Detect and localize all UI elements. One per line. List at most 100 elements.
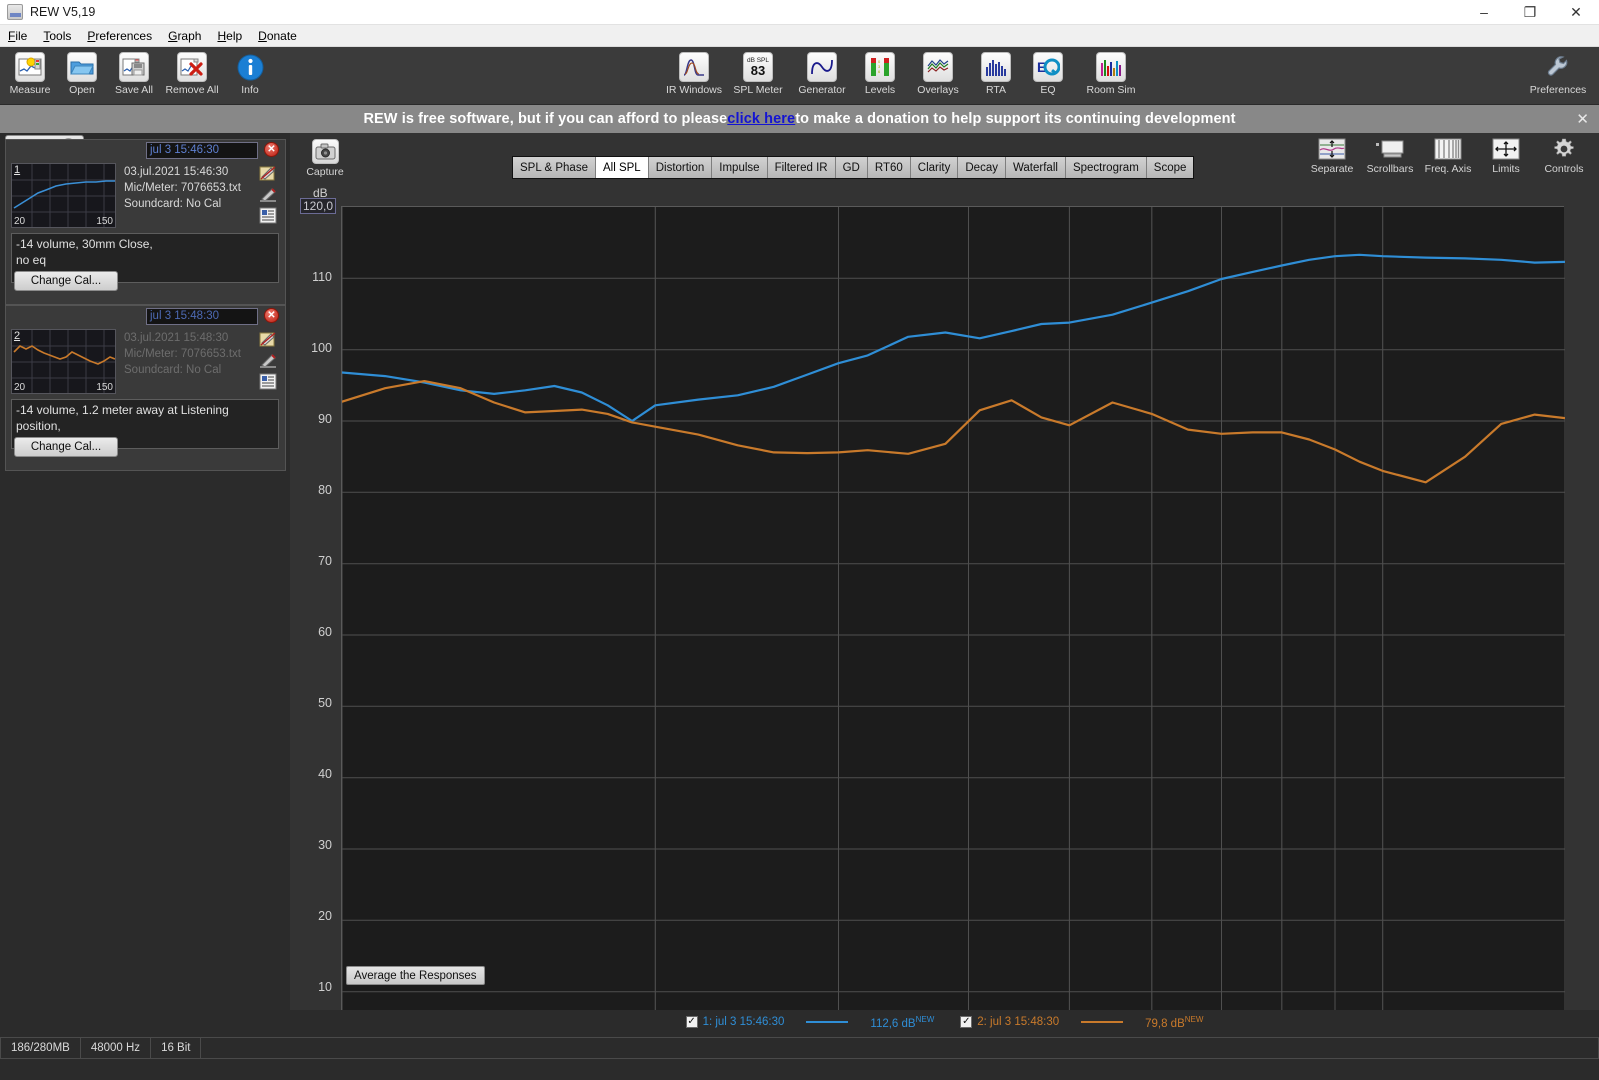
menu-file[interactable]: File <box>0 27 35 45</box>
ir-windows-icon <box>679 52 709 82</box>
legend-checkbox-2[interactable]: ✓ <box>960 1016 972 1028</box>
average-responses-button[interactable]: Average the Responses <box>346 966 485 985</box>
tab-rt60[interactable]: RT60 <box>868 157 911 178</box>
eq-button[interactable]: E EQ <box>1022 49 1074 96</box>
ir-windows-label: IR Windows <box>666 84 722 96</box>
measurement-2-thumb-high: 150 <box>96 382 113 393</box>
graph-right-tools: Separate Scrollbars <box>1303 137 1593 175</box>
y-axis-labels: 110 100 90 80 70 60 50 40 30 20 10 0 <box>290 206 338 1062</box>
limits-label: Limits <box>1492 163 1519 175</box>
tab-distortion[interactable]: Distortion <box>649 157 713 178</box>
legend-entry-1[interactable]: ✓ 1: jul 3 15:46:30 112,6 dBNEW <box>686 1015 935 1030</box>
scrollbars-icon <box>1375 137 1405 161</box>
menu-tools[interactable]: Tools <box>35 27 79 45</box>
y-tick-50: 50 <box>318 696 332 710</box>
tab-spl-and-phase[interactable]: SPL & Phase <box>513 157 596 178</box>
room-sim-button[interactable]: Room Sim <box>1074 49 1148 96</box>
y-tick-70: 70 <box>318 554 332 568</box>
save-all-icon <box>119 52 149 82</box>
capture-button[interactable]: Capture <box>300 139 350 178</box>
camera-icon <box>312 139 339 164</box>
graph-tab-bar: SPL & Phase All SPL Distortion Impulse F… <box>512 156 1194 179</box>
freq-axis-label: Freq. Axis <box>1425 163 1472 175</box>
tab-gd[interactable]: GD <box>836 157 868 178</box>
freq-axis-button[interactable]: Freq. Axis <box>1419 137 1477 175</box>
banner-close-icon[interactable]: ✕ <box>1576 110 1589 128</box>
measurement-card-1[interactable]: jul 3 15:46:30 ✕ 1 20 150 <box>5 139 286 305</box>
rta-label: RTA <box>986 84 1006 96</box>
measurement-1-notes-icon[interactable] <box>257 206 279 225</box>
measurement-2-edit-icon[interactable] <box>257 330 279 349</box>
measurement-2-name[interactable]: jul 3 15:48:30 <box>146 308 258 325</box>
measure-button[interactable]: Measure <box>4 49 56 96</box>
ir-windows-button[interactable]: IR Windows <box>662 49 726 96</box>
scrollbars-label: Scrollbars <box>1367 163 1414 175</box>
measurement-1-side-icons <box>257 164 281 227</box>
measurement-2-notes-icon[interactable] <box>257 372 279 391</box>
y-tick-80: 80 <box>318 483 332 497</box>
menu-help[interactable]: Help <box>209 27 250 45</box>
controls-button[interactable]: Controls <box>1535 137 1593 175</box>
tab-all-spl[interactable]: All SPL <box>596 157 649 178</box>
limits-icon <box>1491 137 1521 161</box>
minimize-button[interactable]: – <box>1461 0 1507 24</box>
overlays-button[interactable]: Overlays <box>906 49 970 96</box>
measurement-1-change-cal-button[interactable]: Change Cal... <box>14 271 118 291</box>
info-button[interactable]: Info <box>224 49 276 96</box>
tab-filtered-ir[interactable]: Filtered IR <box>768 157 836 178</box>
save-all-button[interactable]: Save All <box>108 49 160 96</box>
spl-meter-button[interactable]: dB SPL 83 SPL Meter <box>726 49 790 96</box>
tab-clarity[interactable]: Clarity <box>911 157 959 178</box>
measurement-1-name[interactable]: jul 3 15:46:30 <box>146 142 258 159</box>
separate-label: Separate <box>1311 163 1354 175</box>
measurement-1-pencil-icon[interactable] <box>257 185 279 204</box>
tab-decay[interactable]: Decay <box>958 157 1006 178</box>
measurement-2-pencil-icon[interactable] <box>257 351 279 370</box>
measurement-2-change-cal-button[interactable]: Change Cal... <box>14 437 118 457</box>
maximize-button[interactable]: ❐ <box>1507 0 1553 24</box>
measurement-2-thumbnail[interactable]: 2 20 150 <box>11 329 116 394</box>
scrollbars-button[interactable]: Scrollbars <box>1361 137 1419 175</box>
remove-all-button[interactable]: Remove All <box>160 49 224 96</box>
legend-swatch-1 <box>806 1021 848 1023</box>
preferences-label: Preferences <box>1530 84 1587 96</box>
plot-canvas <box>342 207 1565 1063</box>
status-bar: 186/280MB 48000 Hz 16 Bit <box>0 1035 1599 1080</box>
spl-plot[interactable] <box>341 206 1564 1062</box>
preferences-button[interactable]: Preferences <box>1521 49 1595 96</box>
close-button[interactable]: ✕ <box>1553 0 1599 24</box>
spl-meter-label: SPL Meter <box>733 84 782 96</box>
rta-icon <box>981 52 1011 82</box>
generator-button[interactable]: Generator <box>790 49 854 96</box>
measurement-2-delete-icon[interactable]: ✕ <box>264 308 279 323</box>
legend-label-2: 2: jul 3 15:48:30 <box>977 1016 1059 1028</box>
menu-donate[interactable]: Donate <box>250 27 305 45</box>
legend-value-1: 112,6 dBNEW <box>870 1015 934 1030</box>
remove-all-label: Remove All <box>165 84 218 96</box>
measurement-1-body: 1 20 150 03.jul.2021 15:46:30 Mic/Meter:… <box>6 161 285 289</box>
open-button[interactable]: Open <box>56 49 108 96</box>
title-bar: REW V5,19 – ❐ ✕ <box>0 0 1599 25</box>
donate-link[interactable]: click here <box>727 111 795 127</box>
tab-impulse[interactable]: Impulse <box>712 157 767 178</box>
toolbar-right-group: Preferences <box>1521 49 1595 96</box>
levels-button[interactable]: 0 3 6 Levels <box>854 49 906 96</box>
menu-graph[interactable]: Graph <box>160 27 209 45</box>
legend-entry-2[interactable]: ✓ 2: jul 3 15:48:30 79,8 dBNEW <box>960 1015 1203 1030</box>
legend-checkbox-1[interactable]: ✓ <box>686 1016 698 1028</box>
tab-scope[interactable]: Scope <box>1147 157 1194 178</box>
status-extra <box>201 1037 1599 1059</box>
tab-waterfall[interactable]: Waterfall <box>1006 157 1066 178</box>
tab-spectrogram[interactable]: Spectrogram <box>1066 157 1147 178</box>
measurement-1-delete-icon[interactable]: ✕ <box>264 142 279 157</box>
separate-button[interactable]: Separate <box>1303 137 1361 175</box>
limits-button[interactable]: Limits <box>1477 137 1535 175</box>
menu-preferences[interactable]: Preferences <box>79 27 160 45</box>
legend-value-2: 79,8 dBNEW <box>1145 1015 1203 1030</box>
measurement-1-edit-icon[interactable] <box>257 164 279 183</box>
rta-button[interactable]: RTA <box>970 49 1022 96</box>
levels-icon: 0 3 6 <box>865 52 895 82</box>
legend-sup-1: NEW <box>916 1015 935 1024</box>
measurement-card-2[interactable]: jul 3 15:48:30 ✕ 2 20 150 <box>5 305 286 471</box>
measurement-1-thumbnail[interactable]: 1 20 150 <box>11 163 116 228</box>
